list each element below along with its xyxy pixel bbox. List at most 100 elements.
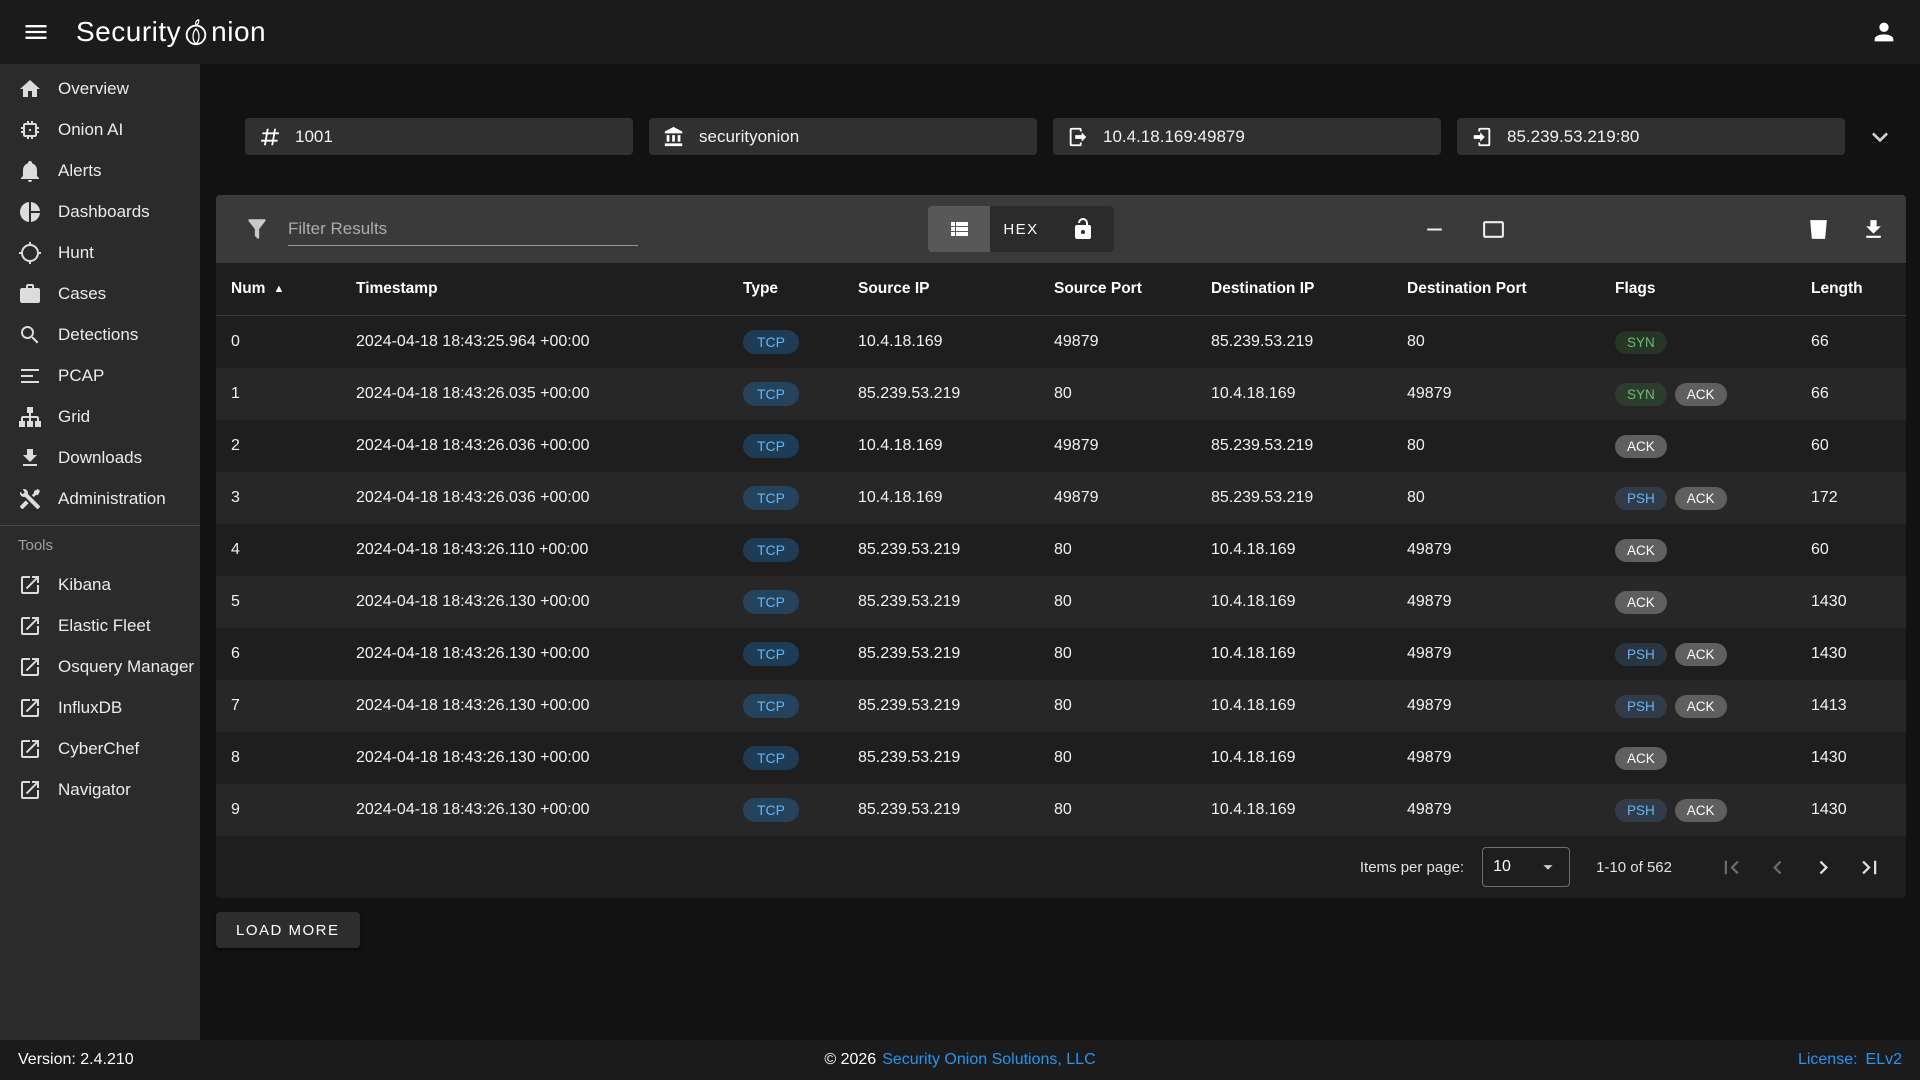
cell-timestamp: 2024-04-18 18:43:26.036 +00:00 bbox=[356, 437, 743, 455]
table-row[interactable]: 8 2024-04-18 18:43:26.130 +00:00 TCP 85.… bbox=[216, 732, 1906, 784]
next-page-button[interactable] bbox=[1808, 852, 1838, 882]
column-header-timestamp[interactable]: Timestamp bbox=[356, 280, 743, 298]
flag-chip: ACK bbox=[1675, 695, 1727, 718]
license-link[interactable]: ELv2 bbox=[1866, 1051, 1902, 1069]
sidebar-item-kibana[interactable]: Kibana bbox=[0, 564, 200, 605]
cell-dst-port: 49879 bbox=[1407, 697, 1615, 715]
table-row[interactable]: 4 2024-04-18 18:43:26.110 +00:00 TCP 85.… bbox=[216, 524, 1906, 576]
unwrap-button[interactable] bbox=[1052, 206, 1114, 252]
flag-chip: ACK bbox=[1675, 487, 1727, 510]
sidebar-item-administration[interactable]: Administration bbox=[0, 478, 200, 519]
table-row[interactable]: 9 2024-04-18 18:43:26.130 +00:00 TCP 85.… bbox=[216, 784, 1906, 836]
sidebar-item-detections[interactable]: Detections bbox=[0, 314, 200, 355]
table-row[interactable]: 6 2024-04-18 18:43:26.130 +00:00 TCP 85.… bbox=[216, 628, 1906, 680]
download-icon[interactable] bbox=[1861, 217, 1886, 242]
cell-src-ip: 10.4.18.169 bbox=[858, 333, 1054, 351]
cell-src-port: 80 bbox=[1054, 541, 1211, 559]
onion-logo-icon bbox=[182, 18, 210, 46]
cell-src-ip: 85.239.53.219 bbox=[858, 697, 1054, 715]
cell-num: 5 bbox=[231, 593, 356, 611]
home-icon bbox=[18, 77, 42, 101]
cell-length: 1430 bbox=[1811, 645, 1906, 663]
cell-length: 66 bbox=[1811, 333, 1906, 351]
table-toolbar: HEX bbox=[216, 195, 1906, 263]
sidebar-item-influxdb[interactable]: InfluxDB bbox=[0, 687, 200, 728]
copyright-link[interactable]: Security Onion Solutions, LLC bbox=[882, 1051, 1095, 1068]
page-last-icon bbox=[1856, 854, 1883, 881]
cell-dst-port: 80 bbox=[1407, 333, 1615, 351]
view-toggle-group: HEX bbox=[928, 206, 1114, 252]
sidebar-item-hunt[interactable]: Hunt bbox=[0, 232, 200, 273]
chevron-down-icon[interactable] bbox=[1864, 121, 1896, 153]
lock-open-icon bbox=[1071, 217, 1095, 241]
flag-chip: PSH bbox=[1615, 643, 1667, 666]
column-header-destination-port[interactable]: Destination Port bbox=[1407, 280, 1615, 298]
filter-field-job-number[interactable]: 1001 bbox=[245, 118, 633, 155]
version-text: Version: 2.4.210 bbox=[18, 1051, 134, 1069]
sidebar-item-downloads[interactable]: Downloads bbox=[0, 437, 200, 478]
column-header-type[interactable]: Type bbox=[743, 280, 858, 298]
filter-field-source[interactable]: 10.4.18.169:49879 bbox=[1053, 118, 1441, 155]
cell-dst-ip: 10.4.18.169 bbox=[1211, 697, 1407, 715]
sidebar-item-label: Administration bbox=[58, 489, 166, 509]
open-in-new-icon bbox=[18, 696, 42, 720]
sidebar-nav: Overview Onion AI Alerts Dashboards Hunt… bbox=[0, 68, 200, 519]
previous-page-button[interactable] bbox=[1762, 852, 1792, 882]
cell-dst-port: 49879 bbox=[1407, 801, 1615, 819]
protocol-chip: TCP bbox=[743, 798, 799, 822]
items-per-page-select[interactable]: 10 bbox=[1482, 847, 1570, 887]
table-row[interactable]: 1 2024-04-18 18:43:26.035 +00:00 TCP 85.… bbox=[216, 368, 1906, 420]
sidebar-item-pcap[interactable]: PCAP bbox=[0, 355, 200, 396]
first-page-button[interactable] bbox=[1716, 852, 1746, 882]
sidebar-item-cases[interactable]: Cases bbox=[0, 273, 200, 314]
table-row[interactable]: 3 2024-04-18 18:43:26.036 +00:00 TCP 10.… bbox=[216, 472, 1906, 524]
open-in-new-icon bbox=[18, 737, 42, 761]
sidebar-item-onion-ai[interactable]: Onion AI bbox=[0, 109, 200, 150]
table-row[interactable]: 7 2024-04-18 18:43:26.130 +00:00 TCP 85.… bbox=[216, 680, 1906, 732]
hex-view-button[interactable]: HEX bbox=[990, 206, 1052, 252]
table-row[interactable]: 5 2024-04-18 18:43:26.130 +00:00 TCP 85.… bbox=[216, 576, 1906, 628]
sidebar-item-elastic-fleet[interactable]: Elastic Fleet bbox=[0, 605, 200, 646]
protocol-chip: TCP bbox=[743, 434, 799, 458]
sidebar-item-navigator[interactable]: Navigator bbox=[0, 769, 200, 810]
minimize-icon[interactable] bbox=[1422, 217, 1447, 242]
table-row[interactable]: 2 2024-04-18 18:43:26.036 +00:00 TCP 10.… bbox=[216, 420, 1906, 472]
bucket-icon[interactable] bbox=[1806, 217, 1831, 242]
sidebar-item-label: Detections bbox=[58, 325, 138, 345]
menu-icon[interactable] bbox=[22, 18, 50, 46]
filter-field-value: 85.239.53.219:80 bbox=[1507, 127, 1639, 147]
column-header-source-port[interactable]: Source Port bbox=[1054, 280, 1211, 298]
load-more-button[interactable]: LOAD MORE bbox=[216, 912, 360, 948]
column-header-length[interactable]: Length bbox=[1811, 280, 1906, 298]
filter-field-sensor[interactable]: securityonion bbox=[649, 118, 1037, 155]
cell-num: 1 bbox=[231, 385, 356, 403]
tools-section-header: Tools bbox=[0, 526, 200, 564]
protocol-chip: TCP bbox=[743, 746, 799, 770]
protocol-chip: TCP bbox=[743, 642, 799, 666]
table-row[interactable]: 0 2024-04-18 18:43:25.964 +00:00 TCP 10.… bbox=[216, 316, 1906, 368]
cell-src-ip: 85.239.53.219 bbox=[858, 749, 1054, 767]
sidebar-item-overview[interactable]: Overview bbox=[0, 68, 200, 109]
column-header-destination-ip[interactable]: Destination IP bbox=[1211, 280, 1407, 298]
sidebar-item-cyberchef[interactable]: CyberChef bbox=[0, 728, 200, 769]
card-view-icon[interactable] bbox=[1481, 217, 1506, 242]
logout-icon bbox=[1067, 126, 1089, 148]
column-header-flags[interactable]: Flags bbox=[1615, 280, 1811, 298]
sidebar-item-alerts[interactable]: Alerts bbox=[0, 150, 200, 191]
filter-field-destination[interactable]: 85.239.53.219:80 bbox=[1457, 118, 1845, 155]
cell-timestamp: 2024-04-18 18:43:26.130 +00:00 bbox=[356, 645, 743, 663]
account-icon[interactable] bbox=[1870, 18, 1898, 46]
sidebar-item-grid[interactable]: Grid bbox=[0, 396, 200, 437]
bank-icon bbox=[663, 126, 685, 148]
packet-list-view-button[interactable] bbox=[928, 206, 990, 252]
column-header-source-ip[interactable]: Source IP bbox=[858, 280, 1054, 298]
sidebar-tools: Kibana Elastic Fleet Osquery Manager Inf… bbox=[0, 564, 200, 810]
filter-results-input[interactable] bbox=[288, 212, 638, 246]
last-page-button[interactable] bbox=[1854, 852, 1884, 882]
flag-chip: ACK bbox=[1675, 643, 1727, 666]
cell-src-port: 49879 bbox=[1054, 437, 1211, 455]
column-header-num[interactable]: Num▲ bbox=[231, 280, 356, 298]
sidebar-item-dashboards[interactable]: Dashboards bbox=[0, 191, 200, 232]
cell-src-ip: 85.239.53.219 bbox=[858, 801, 1054, 819]
sidebar-item-osquery-manager[interactable]: Osquery Manager bbox=[0, 646, 200, 687]
